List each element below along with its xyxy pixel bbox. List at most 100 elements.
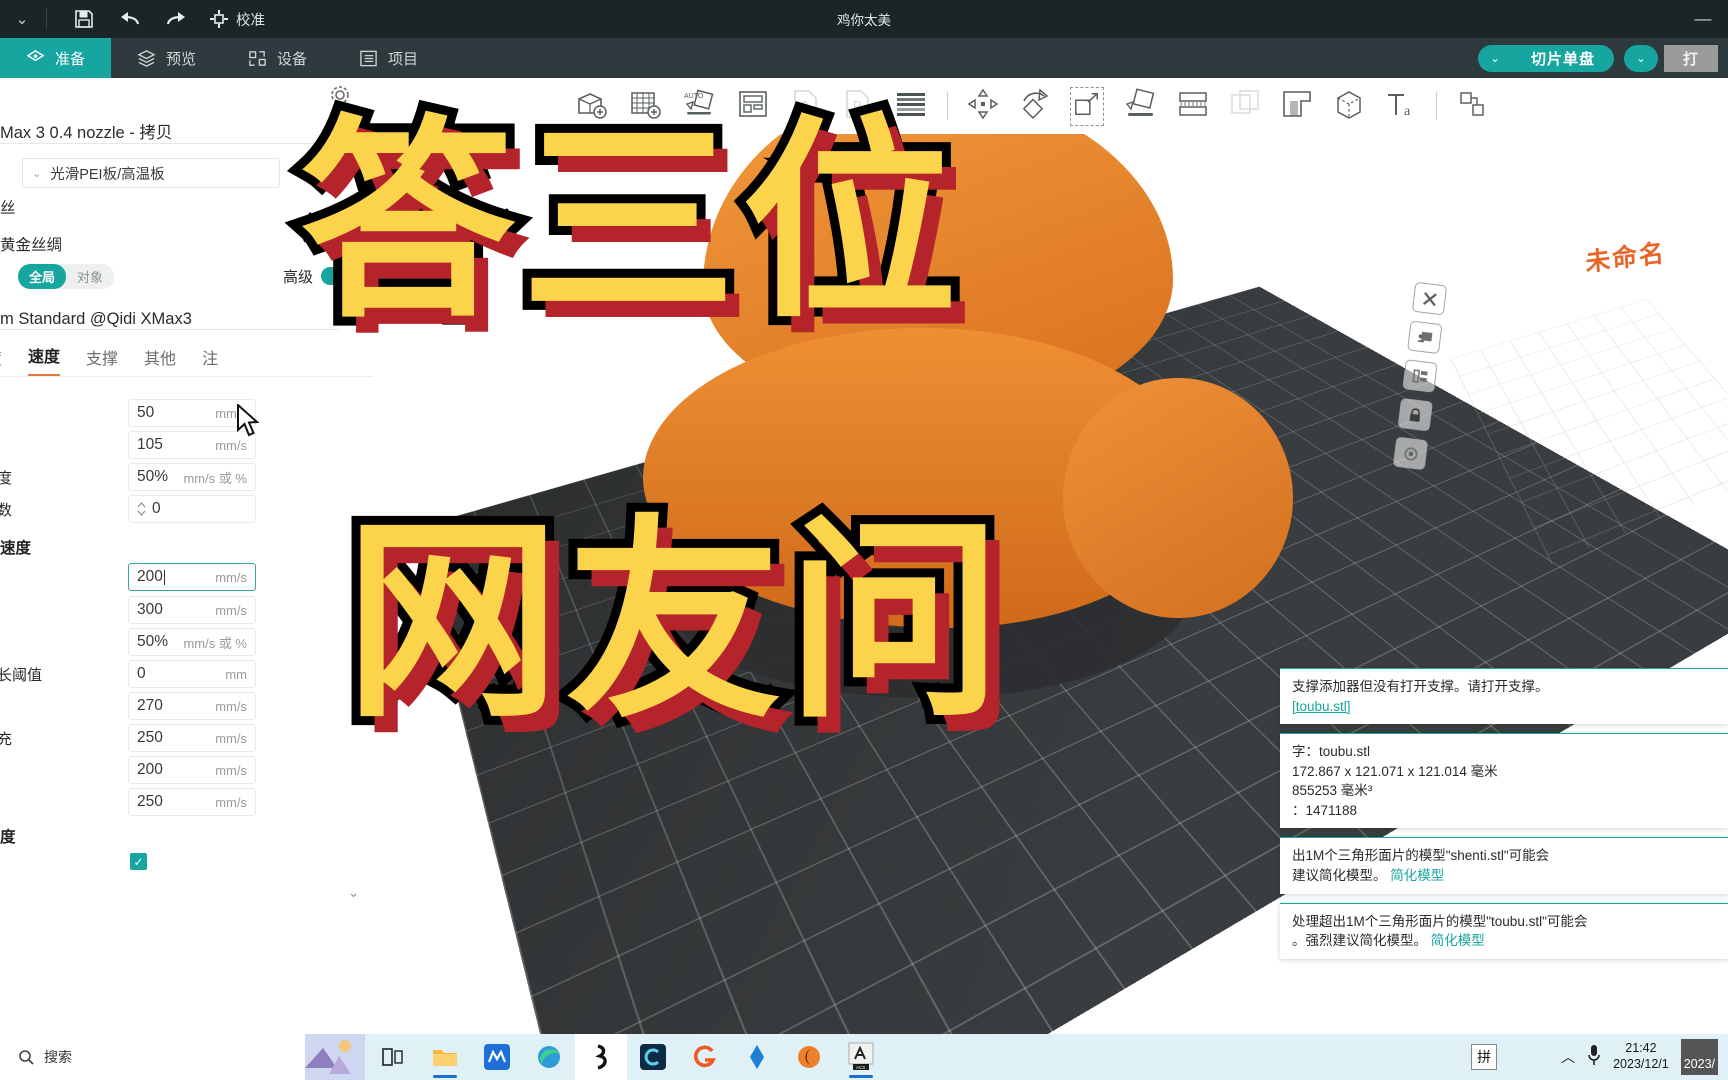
settings-tab-quality[interactable]: 度 <box>0 345 2 376</box>
app-b-button[interactable] <box>575 1034 627 1080</box>
scope-segmented-control[interactable]: 全局 对象 <box>18 263 115 289</box>
field-input-9[interactable]: 270 mm/s <box>128 692 256 720</box>
notification-simplify-toubu[interactable]: 处理超出1M个三角形面片的模型"toubu.stl"可能会 。强烈建议简化模型。… <box>1280 902 1728 959</box>
print-button[interactable]: 打 <box>1663 44 1718 72</box>
tab-device[interactable]: 设备 <box>222 38 333 78</box>
settings-icon[interactable] <box>1392 436 1429 471</box>
field-unit-11: mm/s <box>215 762 247 778</box>
field-row: 速度 50% mm/s 或 % <box>0 461 373 493</box>
layout-icon[interactable] <box>735 86 771 127</box>
search-box[interactable]: 搜索 <box>0 1034 305 1080</box>
printer-name[interactable]: Max 3 0.4 nozzle - 拷贝 <box>0 119 334 144</box>
fuzzy-skin-icon[interactable] <box>1332 87 1366 126</box>
support-painting-icon <box>1228 87 1262 126</box>
field-input-12[interactable]: 250 mm/s <box>128 788 256 816</box>
save-icon[interactable] <box>61 0 107 38</box>
scope-object-option[interactable]: 对象 <box>66 264 114 289</box>
notification-support-warning[interactable]: 支撑添加器但没有打开支撑。请打开支撑。 [toubu.stl] <box>1280 668 1728 725</box>
app-diamond-button[interactable] <box>731 1034 783 1080</box>
undo-icon[interactable] <box>107 0 153 38</box>
delete-icon[interactable] <box>1411 281 1448 316</box>
text-tool-icon[interactable]: a <box>1384 87 1418 126</box>
left-settings-panel: Max 3 0.4 nozzle - 拷贝 ⌄ 光滑PEI板/高温板 丝 + 黄… <box>0 78 373 1042</box>
field-input-6[interactable]: 300 mm/s <box>128 596 256 624</box>
field-input-2[interactable]: 50% mm/s 或 % <box>128 463 256 491</box>
checkbox-row: ✓ <box>0 849 373 883</box>
filament-name[interactable]: 黄金丝绸 <box>0 226 373 255</box>
add-filament-button[interactable]: + <box>340 194 355 220</box>
printer-checkbox[interactable] <box>340 123 355 139</box>
settings-tab-support[interactable]: 支撑 <box>86 345 118 376</box>
lock-icon[interactable] <box>1397 397 1433 432</box>
wallpaper-thumb[interactable] <box>305 1034 367 1080</box>
field-input-10[interactable]: 250 mm/s <box>128 724 256 752</box>
app-c-button[interactable] <box>627 1034 679 1080</box>
app-root: ⌄ 校准 鸡你太美 — 准备 预览 设备 项目 ⌄ 切片单盘 ⌄ 打 未命名 支… <box>0 0 1728 1080</box>
move-icon[interactable] <box>966 87 1000 126</box>
notification-simplify-shenti[interactable]: 出1M个三角形面片的模型"shenti.stl"可能会 建议简化模型。 简化模型 <box>1280 837 1728 894</box>
settings-tab-speed[interactable]: 速度 <box>28 343 61 376</box>
simplify-shenti-link[interactable]: 简化模型 <box>1390 868 1444 883</box>
field-input-3[interactable]: 0 <box>128 495 256 523</box>
tab-project[interactable]: 项目 <box>333 38 444 78</box>
3d-viewport[interactable]: 未命名 支撑添加器但没有打开支撑。请打开支撑。 [toubu.stl] 字：to… <box>373 78 1728 1042</box>
field-unit-12: mm/s <box>215 794 247 810</box>
plate-type-select[interactable]: ⌄ 光滑PEI板/高温板 <box>22 158 280 188</box>
split-icon[interactable] <box>1402 359 1438 393</box>
scope-global-option[interactable]: 全局 <box>18 263 67 289</box>
app-g-button[interactable] <box>679 1034 731 1080</box>
model-detail[interactable] <box>1063 378 1293 618</box>
field-input-8[interactable]: 0 mm <box>128 660 256 688</box>
redo-icon[interactable] <box>153 0 199 38</box>
enable-checkbox[interactable]: ✓ <box>130 853 147 870</box>
add-part-icon[interactable] <box>1407 320 1443 355</box>
settings-tab-notes[interactable]: 注 <box>202 345 218 376</box>
field-input-7[interactable]: 50% mm/s 或 % <box>128 628 256 656</box>
advanced-toggle[interactable] <box>321 267 355 285</box>
scale-icon[interactable] <box>1070 86 1104 126</box>
minimize-button[interactable]: — <box>1678 0 1728 38</box>
clock[interactable]: 21:42 2023/12/1 <box>1613 1041 1669 1072</box>
simplify-toubu-link[interactable]: 简化模型 <box>1431 933 1485 948</box>
menu-caret-icon[interactable]: ⌄ <box>0 0 44 38</box>
assembly-icon[interactable] <box>1455 87 1489 126</box>
print-dropdown-caret-icon[interactable]: ⌄ <box>1623 44 1658 72</box>
seam-painting-icon[interactable] <box>1280 87 1314 126</box>
file-explorer-button[interactable] <box>419 1034 471 1080</box>
place-on-face-icon[interactable] <box>1122 87 1158 126</box>
rotate-icon[interactable] <box>1018 87 1052 126</box>
profile-name[interactable]: m Standard @Qidi XMax3 <box>0 310 339 330</box>
field-input-11[interactable]: 200 mm/s <box>128 756 256 784</box>
app-slash-button[interactable] <box>783 1034 835 1080</box>
profile-row[interactable]: m Standard @Qidi XMax3 ↻ <box>0 303 373 337</box>
gear-icon[interactable] <box>329 84 351 111</box>
layers-icon[interactable] <box>893 89 929 124</box>
microphone-icon[interactable] <box>1587 1044 1601 1071</box>
add-object-icon[interactable] <box>573 86 609 127</box>
tray-expand-caret-icon[interactable]: ︿ <box>1561 1047 1575 1067</box>
add-plate-icon[interactable] <box>627 86 663 127</box>
field-input-5[interactable]: 200 mm/s <box>128 563 256 591</box>
app-acs-button[interactable]: ACS <box>835 1034 887 1080</box>
tab-prepare[interactable]: 准备 <box>0 38 112 78</box>
cut-icon[interactable] <box>1176 87 1210 126</box>
reload-icon[interactable]: ↻ <box>339 311 373 329</box>
prepare-icon <box>26 49 45 61</box>
taskview-button[interactable] <box>367 1034 419 1080</box>
scroll-down-caret-icon[interactable]: ⌄ <box>348 885 359 901</box>
notification-support-link[interactable]: [toubu.stl] <box>1292 697 1716 717</box>
slice-dropdown-caret-icon[interactable]: ⌄ <box>1477 44 1512 72</box>
ime-indicator[interactable]: 拼 <box>1471 1044 1498 1070</box>
printer-row[interactable]: Max 3 0.4 nozzle - 拷贝 <box>0 114 373 148</box>
auto-arrange-icon[interactable]: AUTO <box>681 86 717 127</box>
clock-date: 2023/12/1 <box>1613 1057 1669 1071</box>
settings-tab-other[interactable]: 其他 <box>144 345 176 376</box>
slice-button[interactable]: 切片单盘 <box>1511 44 1614 72</box>
app-m-button[interactable] <box>471 1034 523 1080</box>
advanced-toggle-group[interactable]: 高级 <box>283 266 355 287</box>
calibration-button[interactable]: 校准 <box>209 9 265 30</box>
calibration-label: 校准 <box>236 12 265 29</box>
tab-preview[interactable]: 预览 <box>111 38 222 78</box>
spinner-icon[interactable] <box>137 501 146 518</box>
edge-browser-button[interactable] <box>523 1034 575 1080</box>
